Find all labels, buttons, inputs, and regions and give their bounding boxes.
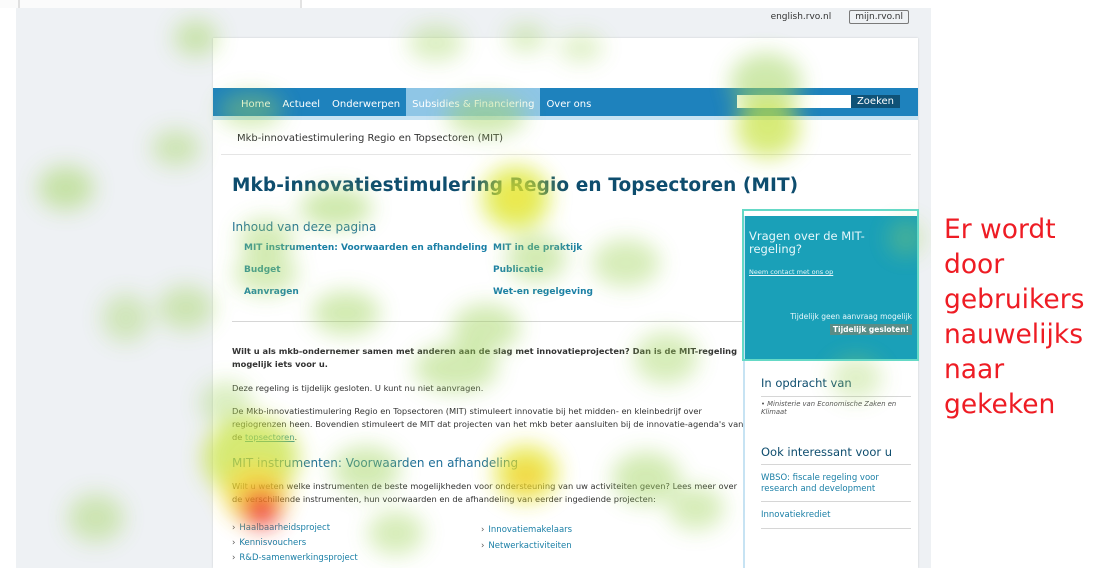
description-paragraph: De Mkb-innovatiestimulering Regio en Top… (232, 405, 744, 444)
section-heading-instrumenten: MIT instrumenten: Voorwaarden en afhande… (232, 456, 519, 470)
page-body: Home Actueel Onderwerpen Subsidies & Fin… (213, 38, 918, 568)
website-screenshot: english.rvo.nl mijn.rvo.nl Home Actueel … (16, 8, 931, 568)
wbso-link[interactable]: WBSO: fiscale regeling voor research and… (761, 473, 911, 495)
toc-link-praktijk[interactable]: MIT in de praktijk (493, 243, 582, 253)
search-button[interactable]: Zoeken (850, 95, 900, 108)
page-title: Mkb-innovatiestimulering Regio en Topsec… (232, 175, 799, 196)
sidebar-divider (761, 464, 911, 465)
nav-item-home[interactable]: Home (235, 88, 277, 116)
chevron-right-icon: › (232, 523, 236, 533)
section-paragraph: Wilt u weten welke instrumenten de beste… (232, 481, 738, 504)
window-frame-divider (18, 0, 20, 8)
annotation-text: Er wordt door gebruikers nauwelijks naar… (944, 214, 1085, 420)
chevron-right-icon: › (481, 541, 485, 551)
chevron-right-icon: › (232, 553, 236, 563)
ministry-label: Ministerie van Economische Zaken en Klim… (761, 400, 897, 416)
toc-link-budget[interactable]: Budget (244, 265, 281, 275)
sidebar: Vragen over de MIT-regeling? Neem contac… (743, 216, 918, 568)
list-item[interactable]: › Kennisvouchers (232, 538, 306, 548)
list-item-label: Haalbaarheidsproject (239, 523, 331, 533)
breadcrumb: Mkb-innovatiestimulering Regio en Topsec… (237, 133, 504, 144)
heatmap-screenshot: english.rvo.nl mijn.rvo.nl Home Actueel … (0, 0, 1114, 568)
description-text: De Mkb-innovatiestimulering Regio en Top… (232, 406, 744, 442)
list-item-label: Kennisvouchers (239, 538, 307, 548)
innovatiekrediet-link[interactable]: Innovatiekrediet (761, 510, 911, 521)
search-input[interactable] (736, 95, 851, 108)
list-item-label: Netwerkactiviteiten (488, 541, 572, 551)
contact-box-heading: Vragen over de MIT-regeling? (749, 229, 865, 256)
nav-item-over-ons[interactable]: Over ons (540, 88, 597, 116)
list-item[interactable]: › Innovatiemakelaars (481, 525, 572, 535)
closed-badge: Tijdelijk gesloten! (829, 324, 912, 335)
window-frame-fragment (0, 0, 302, 8)
nav-item-onderwerpen[interactable]: Onderwerpen (326, 88, 406, 116)
sidebar-divider (761, 501, 911, 502)
mijn-rvo-link[interactable]: mijn.rvo.nl (849, 10, 909, 24)
closed-note: Tijdelijk geen aanvraag mogelijk (790, 312, 912, 321)
topsectoren-link[interactable]: topsectoren (245, 432, 295, 442)
description-end: . (294, 432, 298, 442)
chevron-right-icon: › (232, 538, 236, 548)
list-item-label: R&D-samenwerkingsproject (239, 553, 358, 563)
toc-link-publicatie[interactable]: Publicatie (493, 265, 544, 275)
contact-box: Vragen over de MIT-regeling? Neem contac… (745, 216, 918, 361)
list-item-label: Innovatiemakelaars (488, 525, 573, 535)
intro-paragraph: Wilt u als mkb-ondernemer samen met ande… (232, 346, 738, 369)
search-form: Zoeken (736, 95, 900, 108)
list-item[interactable]: › R&D-samenwerkingsproject (232, 553, 358, 563)
list-item[interactable]: › Haalbaarheidsproject (232, 523, 330, 533)
nav-item-actueel[interactable]: Actueel (277, 88, 327, 116)
main-navigation: Home Actueel Onderwerpen Subsidies & Fin… (213, 88, 918, 120)
status-paragraph: Deze regeling is tijdelijk gesloten. U k… (232, 383, 484, 393)
commission-item: • Ministerie van Economische Zaken en Kl… (761, 400, 897, 416)
chevron-right-icon: › (481, 525, 485, 535)
toc-link-regelgeving[interactable]: Wet-en regelgeving (493, 287, 593, 297)
sidebar-divider (761, 396, 911, 397)
top-links: english.rvo.nl mijn.rvo.nl (771, 10, 909, 24)
commission-heading: In opdracht van (761, 376, 852, 390)
list-item[interactable]: › Netwerkactiviteiten (481, 541, 572, 551)
sidebar-divider (761, 528, 911, 529)
contact-link[interactable]: Neem contact met ons op (749, 268, 833, 276)
english-link[interactable]: english.rvo.nl (771, 12, 832, 22)
toc-link-aanvragen[interactable]: Aanvragen (244, 287, 299, 297)
content-divider (232, 321, 742, 322)
toc-link-instrumenten[interactable]: MIT instrumenten: Voorwaarden en afhande… (244, 243, 487, 253)
interest-heading: Ook interessant voor u (761, 445, 893, 459)
toc-heading: Inhoud van deze pagina (232, 220, 377, 234)
nav-item-subsidies-financiering[interactable]: Subsidies & Financiering (406, 88, 541, 116)
